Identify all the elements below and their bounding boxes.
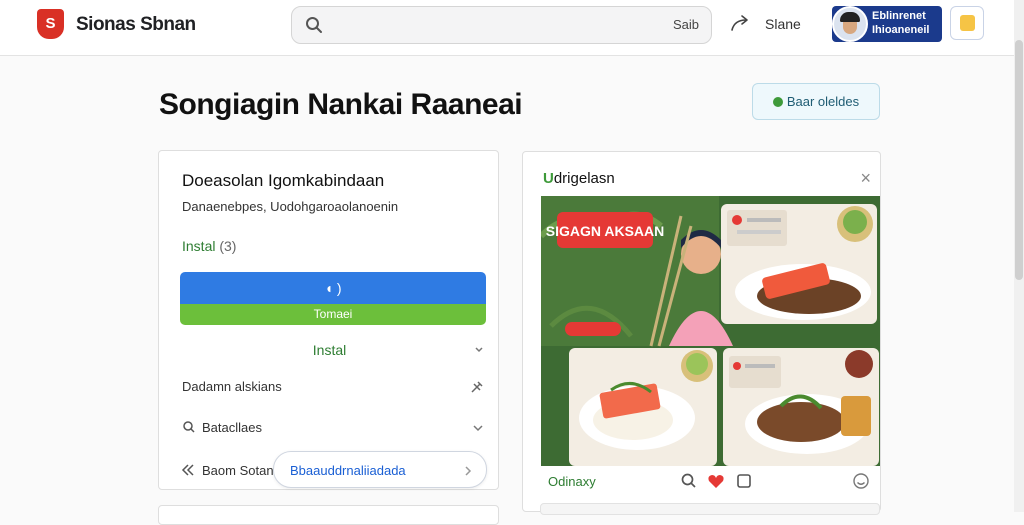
list-item[interactable]: Batacllaes xyxy=(202,420,262,435)
page-title: Songiagin Nankai Raaneai xyxy=(159,88,523,121)
bookmark-icon[interactable] xyxy=(735,472,753,490)
install-label: Instal xyxy=(182,238,216,254)
heart-icon[interactable] xyxy=(707,472,725,490)
media-footer-label: Odinaxy xyxy=(548,474,596,489)
suggestion-pill[interactable]: Bbaauddrnaliiadada xyxy=(273,451,487,488)
list-item[interactable]: Dadamn alskians xyxy=(182,379,282,394)
suggestion-pill-label: Bbaauddrnaliiadada xyxy=(290,463,406,478)
profile-subtitle: Ihioaneneil xyxy=(872,24,930,36)
media-card: Udrigelasn × SIGAGN AKSAAN Odinaxy xyxy=(522,151,881,512)
search-button[interactable]: Saib xyxy=(673,17,699,32)
close-icon[interactable]: × xyxy=(860,168,871,189)
brand-name[interactable]: Sionas Sbnan xyxy=(76,14,196,36)
secondary-install-button[interactable]: Tomaei xyxy=(180,304,486,325)
install-status: Instal (3) xyxy=(182,238,236,254)
notification-badge-button[interactable] xyxy=(950,6,984,40)
search-icon[interactable] xyxy=(680,472,698,490)
action-dot-icon xyxy=(772,97,783,107)
search-bar[interactable]: Saib xyxy=(291,6,712,44)
next-card xyxy=(158,505,499,525)
emoji-icon[interactable] xyxy=(852,472,870,490)
search-input[interactable] xyxy=(336,15,636,37)
media-card-title-lead: U xyxy=(543,170,554,187)
avatar-hair xyxy=(840,12,860,22)
list-item[interactable]: Baom Sotan xyxy=(202,463,274,478)
primary-install-button[interactable]: ◖ ) xyxy=(180,272,486,304)
profile-chip[interactable]: Eblinrenet Ihioaneneil xyxy=(832,6,942,42)
search-small-icon xyxy=(183,421,195,433)
app-logo[interactable]: S xyxy=(37,9,64,39)
install-card-subtitle: Danaenebpes, Uodohgaroaolanoenin xyxy=(182,199,399,214)
food-collage-image: SIGAGN AKSAAN xyxy=(541,196,880,466)
install-section-toggle[interactable]: Instal xyxy=(159,342,500,358)
install-card: Doeasolan Igomkabindaan Danaenebpes, Uod… xyxy=(158,150,499,490)
share-label[interactable]: Slane xyxy=(765,16,801,32)
install-count: (3) xyxy=(219,238,237,254)
share-icon[interactable] xyxy=(728,12,752,36)
chevron-down-icon[interactable] xyxy=(472,424,484,432)
badge-icon xyxy=(960,15,975,31)
page-action-button[interactable]: Baar oleldes xyxy=(752,83,880,120)
media-card-title: Udrigelasn xyxy=(543,170,615,187)
scrollbar-thumb[interactable] xyxy=(1015,40,1023,280)
top-bar: S Sionas Sbnan Saib Slane Eblinrenet Ihi… xyxy=(0,0,1024,56)
chevron-down-icon[interactable] xyxy=(474,346,484,354)
double-chevron-left-icon[interactable] xyxy=(181,463,195,477)
chevron-right-icon xyxy=(465,466,472,476)
profile-name: Eblinrenet xyxy=(872,10,926,22)
avatar[interactable] xyxy=(832,6,868,42)
media-card-title-rest: drigelasn xyxy=(553,170,615,187)
poster-text: SIGAGN AKSAAN xyxy=(546,223,665,239)
tools-icon[interactable] xyxy=(470,380,484,394)
search-icon[interactable] xyxy=(305,16,323,34)
next-media-card xyxy=(540,503,880,515)
install-card-title: Doeasolan Igomkabindaan xyxy=(182,171,385,190)
page-action-label: Baar oleldes xyxy=(786,94,860,109)
